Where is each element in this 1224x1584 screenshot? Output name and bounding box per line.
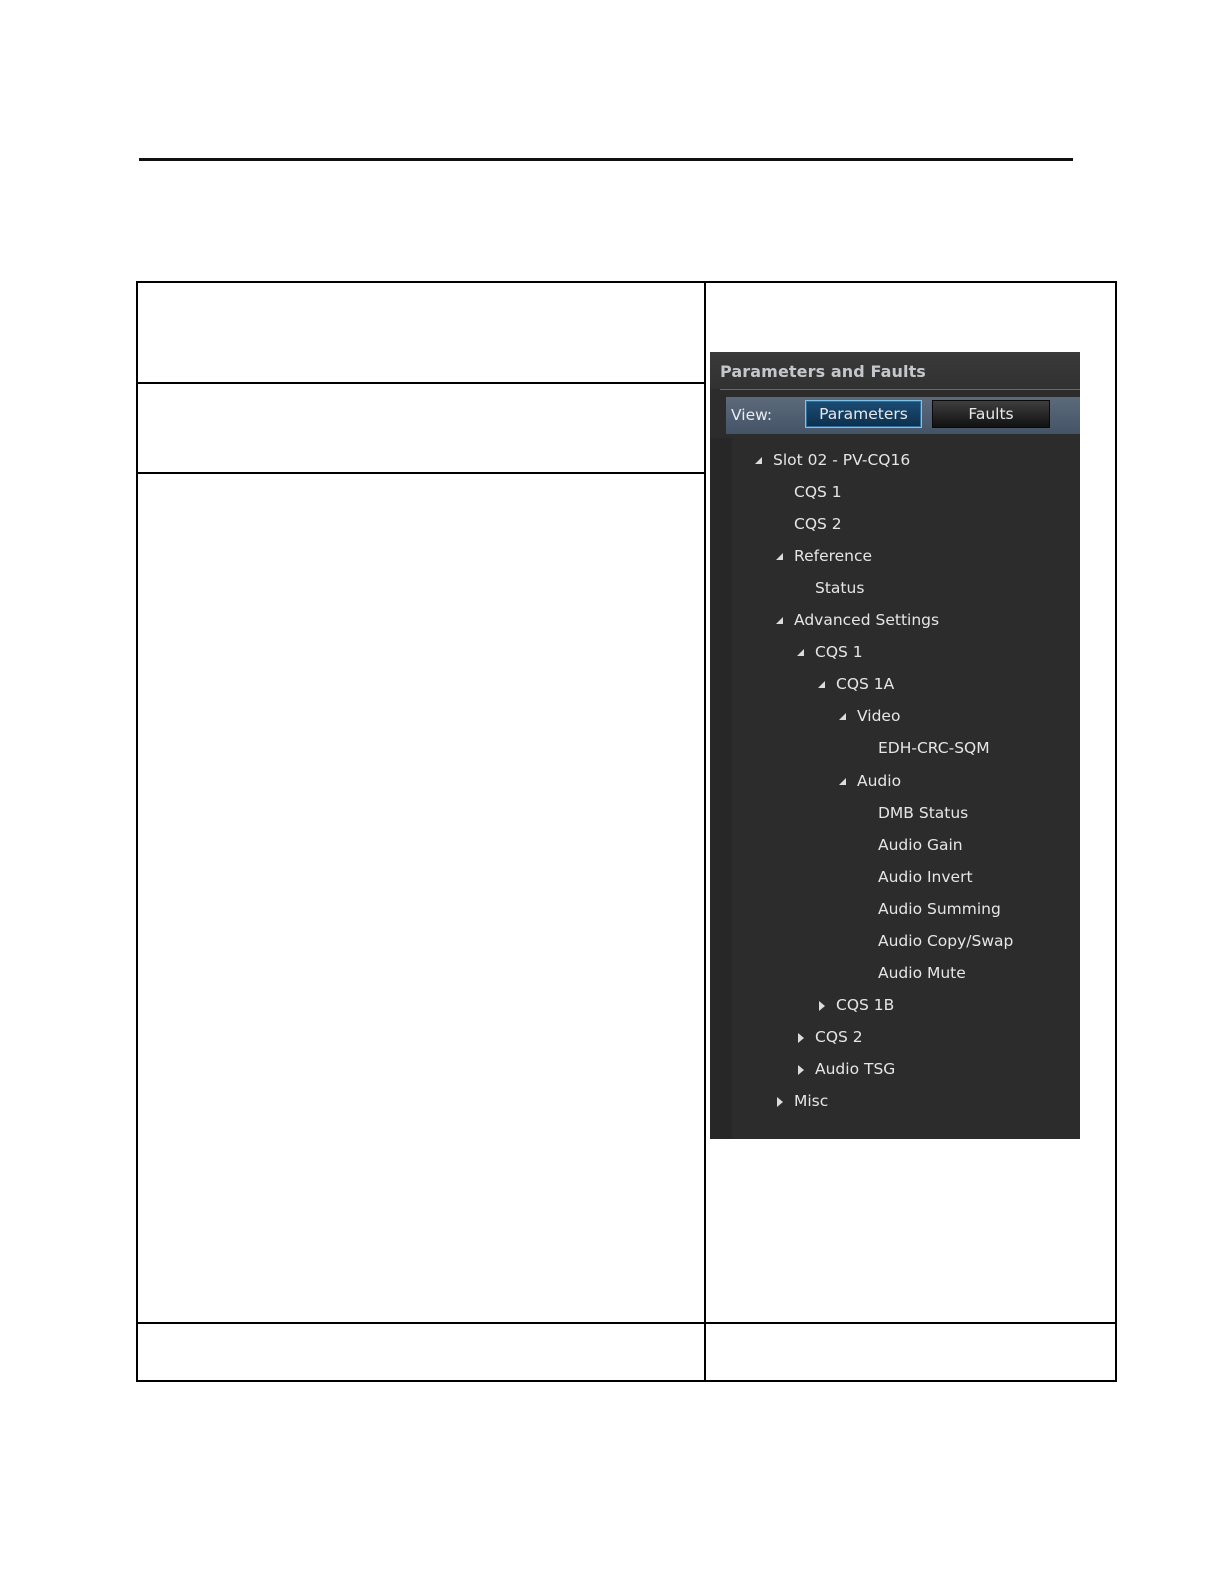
tree-item[interactable]: CQS 1	[794, 480, 842, 504]
expand-triangle-icon[interactable]	[776, 553, 783, 561]
tree-item-label: Audio Invert	[878, 867, 973, 886]
tree-item[interactable]: Audio Mute	[878, 961, 966, 985]
view-label: View:	[731, 406, 773, 424]
tree-item-label: Audio Copy/Swap	[878, 931, 1014, 950]
tree-item-label: Audio TSG	[815, 1059, 896, 1078]
parameters-view-button[interactable]: Parameters	[805, 400, 922, 428]
tree-item-label: Misc	[794, 1092, 829, 1110]
tree-item[interactable]: Advanced Settings	[794, 608, 939, 632]
tree-item-label: CQS 2	[794, 515, 842, 534]
faults-view-button[interactable]: Faults	[932, 400, 1050, 428]
tree-item[interactable]: Audio	[857, 769, 901, 793]
tree-item-label: DMB Status	[878, 803, 969, 822]
collapse-triangle-icon[interactable]	[798, 1032, 804, 1043]
expand-triangle-icon[interactable]	[839, 713, 846, 721]
tree-item[interactable]: Audio Gain	[878, 833, 963, 857]
tree-item-label: Slot 02 - PV-CQ16	[773, 451, 911, 469]
tree-item[interactable]: Audio Invert	[878, 865, 973, 889]
table-border-right	[1115, 281, 1117, 1382]
collapse-triangle-icon[interactable]	[798, 1064, 804, 1075]
title-separator	[720, 389, 1080, 390]
table-row-divider-2	[136, 472, 706, 474]
tree-item-label: CQS 1A	[836, 675, 895, 694]
table-border-left	[136, 281, 138, 1382]
expand-triangle-icon[interactable]	[818, 681, 825, 689]
tree-item[interactable]: Audio TSG	[815, 1057, 895, 1081]
tree-item[interactable]: Video	[857, 704, 900, 728]
tree-item[interactable]: Reference	[794, 544, 872, 568]
tree-item[interactable]: CQS 2	[815, 1025, 863, 1049]
view-toolbar: View: Parameters Faults	[726, 397, 1080, 434]
tree-item[interactable]: DMB Status	[878, 801, 968, 825]
expand-triangle-icon[interactable]	[776, 617, 783, 625]
expand-triangle-icon[interactable]	[755, 457, 762, 464]
tree-item[interactable]: CQS 1	[815, 640, 863, 664]
tree-item-label: Audio	[857, 771, 902, 790]
parameter-tree: Slot 02 - PV-CQ16 CQS 1 CQS 2 Reference Stat…	[710, 438, 1080, 1139]
tree-item-label: CQS 1	[815, 643, 863, 662]
table-border-bottom	[136, 1380, 1117, 1382]
tree-item[interactable]: CQS 1B	[836, 993, 894, 1017]
tree-item-label: Video	[857, 707, 901, 726]
tree-item[interactable]: CQS 2	[794, 512, 842, 536]
tree-item[interactable]: Misc	[794, 1089, 828, 1113]
tree-gutter	[710, 438, 732, 1139]
panel-title: Parameters and Faults	[710, 352, 1080, 389]
tree-item[interactable]: Status	[815, 576, 864, 600]
table-row-divider-1	[136, 382, 706, 384]
expand-triangle-icon[interactable]	[797, 649, 804, 657]
collapse-triangle-icon[interactable]	[819, 1000, 825, 1011]
tree-item[interactable]: Audio Copy/Swap	[878, 929, 1013, 953]
table-column-divider	[704, 281, 706, 1382]
table-row-divider-3	[136, 1322, 1117, 1324]
tree-item-label: Audio Gain	[878, 835, 963, 854]
collapse-triangle-icon[interactable]	[777, 1097, 783, 1107]
parameters-faults-panel: Parameters and Faults View: Parameters F…	[710, 352, 1080, 1139]
tree-item-label: Reference	[794, 547, 873, 566]
header-rule	[139, 158, 1073, 161]
tree-item-label: CQS 2	[815, 1027, 863, 1046]
tree-item-label: Status	[815, 579, 865, 598]
tree-item-label: EDH-CRC-SQM	[878, 739, 990, 758]
tree-item[interactable]: EDH-CRC-SQM	[878, 736, 990, 760]
tree-item-label: CQS 1B	[836, 995, 895, 1014]
tree-item-label: CQS 1	[794, 483, 842, 502]
tree-item-label: Audio Summing	[878, 899, 1001, 918]
tree-item-label: Audio Mute	[878, 963, 966, 982]
tree-item[interactable]: Audio Summing	[878, 897, 1001, 921]
expand-triangle-icon[interactable]	[839, 777, 846, 785]
tree-item-label: Advanced Settings	[794, 611, 940, 630]
tree-item[interactable]: Slot 02 - PV-CQ16	[773, 448, 910, 472]
table-border-top	[136, 281, 1117, 283]
tree-item[interactable]: CQS 1A	[836, 672, 894, 696]
